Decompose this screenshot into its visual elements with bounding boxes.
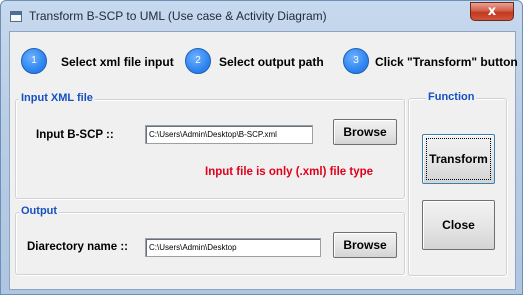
input-browse-button[interactable]: Browse <box>333 119 397 145</box>
function-groupbox: Function Transform Close <box>408 91 507 276</box>
step-3-label: Click "Transform" button <box>375 55 518 69</box>
dialog-client-area: 1 Select xml file input 2 Select output … <box>9 31 518 290</box>
input-bscp-label: Input B-SCP :: <box>36 129 114 141</box>
step-1-circle: 1 <box>21 48 47 74</box>
step-2-circle: 2 <box>185 48 211 74</box>
step-2-label: Select output path <box>219 55 324 69</box>
main-window: Transform B-SCP to UML (Use case & Activ… <box>0 0 523 295</box>
function-group-title: Function <box>426 91 477 103</box>
input-xml-groupbox: Input XML file Input B-SCP :: Browse Inp… <box>15 92 405 199</box>
input-file-path-field[interactable] <box>145 125 313 144</box>
output-browse-button[interactable]: Browse <box>333 232 397 258</box>
title-bar[interactable]: Transform B-SCP to UML (Use case & Activ… <box>1 1 522 31</box>
output-group-title: Output <box>19 205 60 217</box>
directory-name-label: Diarectory name :: <box>27 241 128 253</box>
window-close-button[interactable]: x <box>470 2 514 21</box>
input-group-title: Input XML file <box>19 92 95 104</box>
window-title: Transform B-SCP to UML (Use case & Activ… <box>29 9 327 23</box>
transform-button[interactable]: Transform <box>422 134 495 184</box>
output-groupbox: Output Diarectory name :: Browse <box>15 205 405 275</box>
output-directory-field[interactable] <box>145 238 321 257</box>
step-3-circle: 3 <box>343 48 369 74</box>
app-window-icon <box>10 11 22 22</box>
input-file-type-warning: Input file is only (.xml) file type <box>205 166 374 178</box>
step-1-label: Select xml file input <box>61 55 174 69</box>
close-button[interactable]: Close <box>422 200 495 250</box>
